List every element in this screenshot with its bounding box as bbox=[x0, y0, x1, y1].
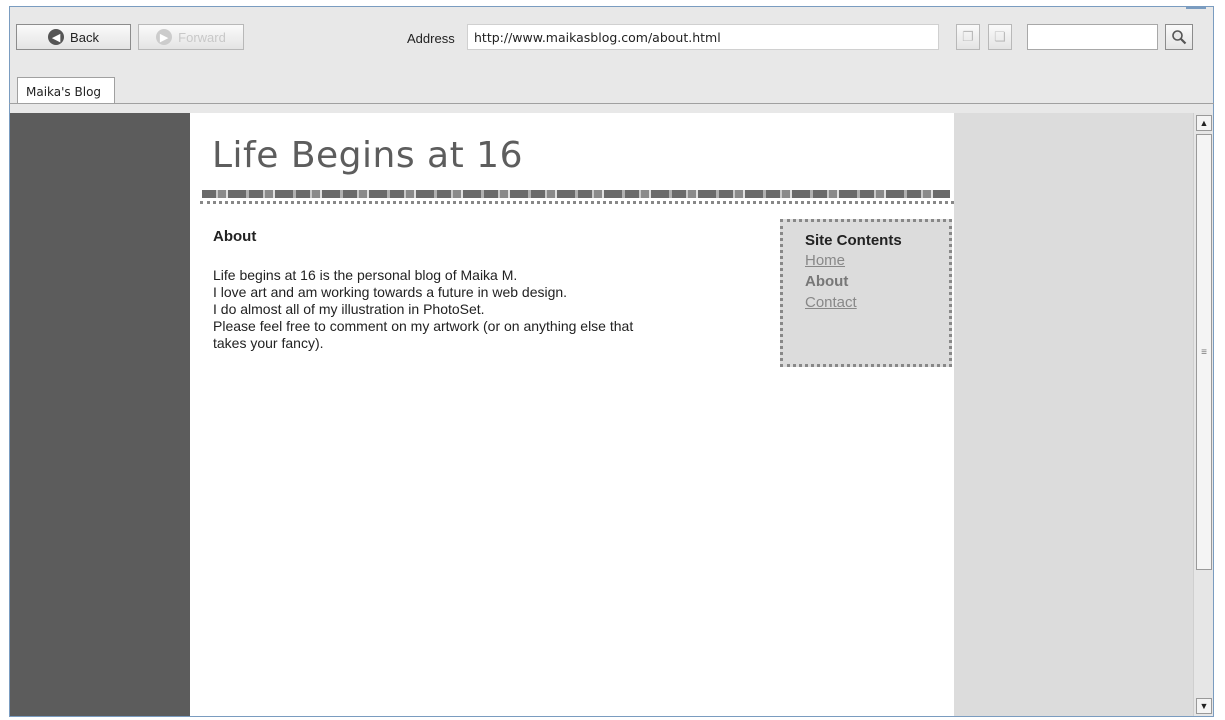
scroll-thumb[interactable]: ≡ bbox=[1196, 134, 1212, 570]
forward-arrow-icon: ▶ bbox=[156, 29, 173, 45]
window-accent bbox=[1186, 7, 1206, 9]
search-button[interactable] bbox=[1165, 24, 1193, 50]
arrow-down-icon: ▼ bbox=[1199, 701, 1209, 711]
paragraph-line: takes your fancy). bbox=[213, 335, 324, 351]
vertical-scrollbar[interactable]: ▲ ≡ ▼ bbox=[1193, 113, 1213, 716]
left-decorative-band bbox=[10, 113, 190, 716]
magnifier-icon bbox=[1172, 30, 1187, 45]
page-viewport: Life Begins at 16 About Life begins at 1… bbox=[10, 113, 1193, 716]
header-stripe bbox=[202, 190, 950, 198]
back-arrow-icon: ◀ bbox=[48, 29, 65, 45]
grip-icon: ≡ bbox=[1201, 346, 1207, 358]
nav-link-home[interactable]: Home bbox=[805, 250, 949, 271]
copy-icon: ❐ bbox=[962, 29, 974, 44]
address-label: Address bbox=[407, 31, 455, 46]
paragraph-line: I love art and am working towards a futu… bbox=[213, 284, 568, 300]
paragraph-line: I do almost all of my illustration in Ph… bbox=[213, 301, 485, 317]
back-label: Back bbox=[70, 29, 99, 45]
paragraph-line: Please feel free to comment on my artwor… bbox=[213, 318, 634, 334]
tab-divider bbox=[9, 103, 1214, 104]
copy-button[interactable]: ❐ bbox=[956, 24, 980, 50]
site-title: Life Begins at 16 bbox=[212, 135, 523, 176]
nav-link-contact[interactable]: Contact bbox=[805, 292, 949, 313]
scroll-down-button[interactable]: ▼ bbox=[1196, 698, 1212, 714]
tab-maikas-blog[interactable]: Maika's Blog bbox=[17, 77, 115, 104]
forward-button[interactable]: ▶ Forward bbox=[138, 24, 244, 50]
section-heading: About bbox=[213, 228, 257, 245]
scroll-up-button[interactable]: ▲ bbox=[1196, 115, 1212, 131]
about-paragraph: Life begins at 16 is the personal blog o… bbox=[213, 267, 758, 352]
site-contents-title: Site Contents bbox=[805, 232, 902, 249]
forward-label: Forward bbox=[178, 29, 226, 45]
paragraph-line: Life begins at 16 is the personal blog o… bbox=[213, 267, 518, 283]
paste-icon: ❏ bbox=[994, 29, 1006, 44]
header-dotted-rule bbox=[200, 201, 954, 204]
page-content: Life Begins at 16 About Life begins at 1… bbox=[190, 113, 954, 716]
paste-button[interactable]: ❏ bbox=[988, 24, 1012, 50]
nav-item-about-current: About bbox=[805, 273, 849, 290]
site-contents-box: Site Contents Home About Contact bbox=[780, 219, 952, 367]
arrow-up-icon: ▲ bbox=[1199, 118, 1209, 128]
search-input[interactable] bbox=[1027, 24, 1158, 50]
back-button[interactable]: ◀ Back bbox=[16, 24, 131, 50]
address-input[interactable]: http://www.maikasblog.com/about.html bbox=[467, 24, 939, 50]
